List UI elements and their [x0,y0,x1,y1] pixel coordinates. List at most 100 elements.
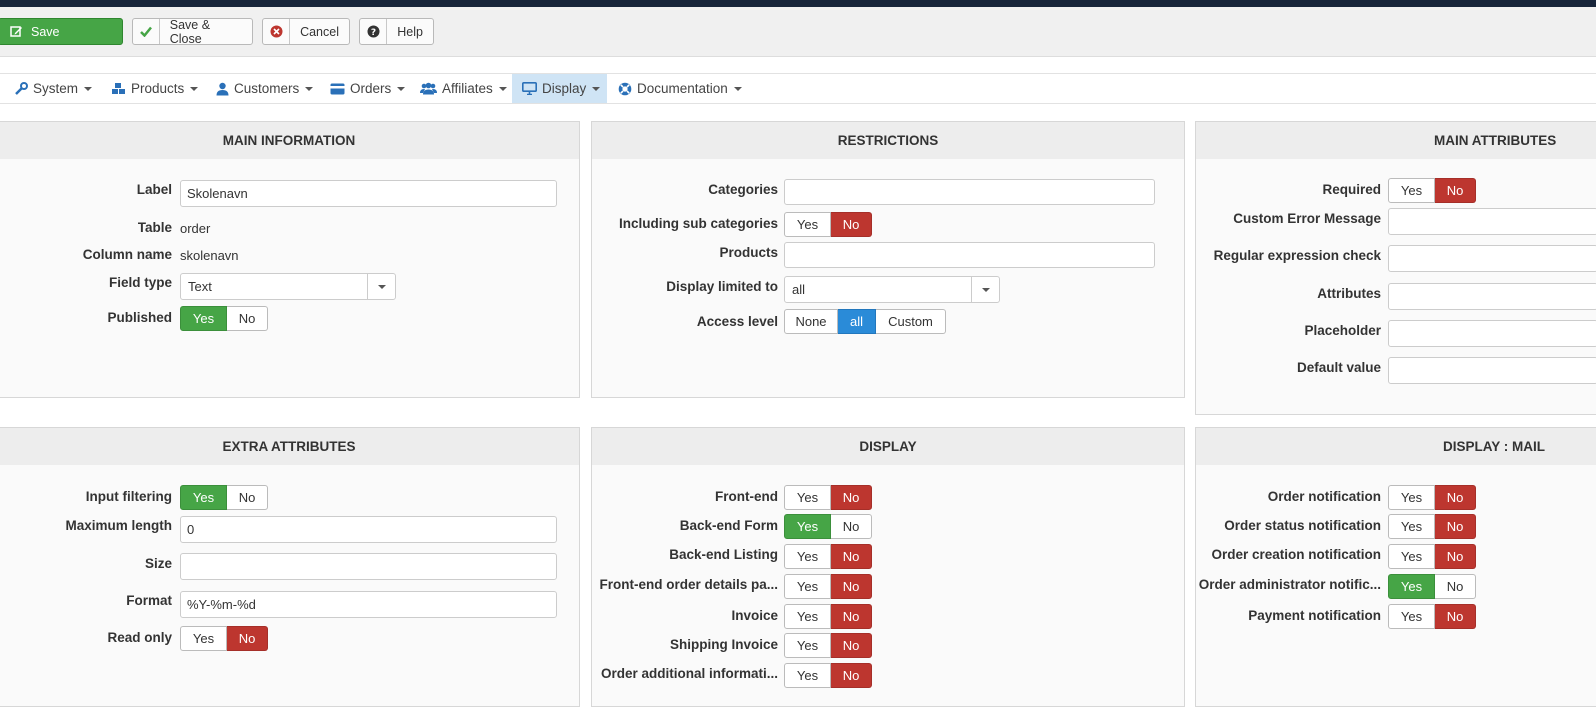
creation-notification-no[interactable]: No [1435,544,1476,569]
order-info-no[interactable]: No [831,663,872,688]
admin-notification-label: Order administrator notific... [1198,577,1381,592]
creation-notification-label: Order creation notification [1211,547,1381,562]
frontend-yes[interactable]: Yes [784,485,831,510]
published-yes[interactable]: Yes [180,306,227,331]
read-only-no[interactable]: No [227,626,268,651]
save-close-button[interactable]: Save & Close [132,18,253,46]
main-attributes-panel: MAIN ATTRIBUTES Required Yes No Custom E… [1195,121,1596,415]
default-value-input[interactable] [1388,357,1596,384]
backend-listing-no[interactable]: No [831,544,872,569]
products-input[interactable] [784,242,1155,268]
restrictions-title: RESTRICTIONS [592,122,1184,159]
order-info-yes[interactable]: Yes [784,663,831,688]
subcats-yes[interactable]: Yes [784,212,831,237]
required-toggle: Yes No [1388,178,1476,203]
nav-documentation[interactable]: Documentation [618,74,742,103]
access-level-label: Access level [696,314,778,329]
input-filtering-yes[interactable]: Yes [180,485,227,510]
placeholder-input[interactable] [1388,320,1596,347]
frontend-toggle: Yes No [784,485,872,510]
backend-form-no[interactable]: No [831,514,872,539]
invoice-no[interactable]: No [831,604,872,629]
required-no[interactable]: No [1435,178,1476,203]
column-name-value: skolenavn [180,248,239,263]
status-notification-toggle: Yes No [1388,514,1476,539]
save-label: Save [31,24,60,39]
save-button[interactable]: Save [0,18,123,45]
read-only-yes[interactable]: Yes [180,626,227,651]
status-notification-no[interactable]: No [1435,514,1476,539]
nav-products[interactable]: Products [111,74,199,103]
size-label: Size [144,556,172,571]
max-length-label: Maximum length [65,518,172,533]
nav-system-label: System [33,81,79,96]
shipping-invoice-toggle: Yes No [784,633,872,658]
main-information-title: MAIN INFORMATION [0,122,579,159]
read-only-toggle: Yes No [180,626,268,651]
frontend-no[interactable]: No [831,485,872,510]
admin-notification-no[interactable]: No [1435,574,1476,599]
attributes-input[interactable] [1388,283,1596,310]
backend-listing-label: Back-end Listing [669,547,778,562]
subcats-no[interactable]: No [831,212,872,237]
access-all[interactable]: all [838,309,876,334]
backend-form-yes[interactable]: Yes [784,514,831,539]
label-label: Label [136,182,172,197]
format-input[interactable]: %Y-%m-%d [180,591,557,618]
products-label: Products [719,245,778,260]
shipping-invoice-no[interactable]: No [831,633,872,658]
main-information-panel: MAIN INFORMATION Label Skolenavn Table o… [0,121,580,398]
payment-notification-no[interactable]: No [1435,604,1476,629]
main-attributes-title: MAIN ATTRIBUTES [1196,122,1596,159]
credit-card-icon [330,83,345,95]
format-label: Format [126,593,172,608]
backend-listing-yes[interactable]: Yes [784,544,831,569]
order-notification-yes[interactable]: Yes [1388,485,1435,510]
label-input[interactable]: Skolenavn [180,180,557,207]
payment-notification-toggle: Yes No [1388,604,1476,629]
published-no[interactable]: No [227,306,268,331]
nav-affiliates[interactable]: Affiliates [420,74,507,103]
caret-down-icon [190,86,199,91]
field-type-select[interactable]: Text [180,273,396,300]
access-custom[interactable]: Custom [876,309,946,334]
svg-text:?: ? [371,28,376,38]
input-filtering-no[interactable]: No [227,485,268,510]
nav-customers[interactable]: Customers [216,74,314,103]
check-icon [133,19,160,44]
question-icon: ? [360,19,388,44]
regex-input[interactable] [1388,245,1596,272]
order-notification-no[interactable]: No [1435,485,1476,510]
nav-display[interactable]: Display [512,74,607,103]
max-length-input[interactable]: 0 [180,516,557,543]
status-notification-yes[interactable]: Yes [1388,514,1435,539]
input-filtering-label: Input filtering [85,489,172,504]
nav-system[interactable]: System [14,74,93,103]
nav-orders[interactable]: Orders [330,74,406,103]
backend-listing-toggle: Yes No [784,544,872,569]
categories-input[interactable] [784,179,1155,205]
size-input[interactable] [180,553,557,580]
subcats-label: Including sub categories [618,216,778,231]
caret-down-icon [397,86,406,91]
required-yes[interactable]: Yes [1388,178,1435,203]
frontend-order-no[interactable]: No [831,574,872,599]
chevron-down-icon [367,274,395,299]
users-icon [420,82,437,95]
access-none[interactable]: None [784,309,838,334]
custom-error-input[interactable] [1388,208,1596,235]
cancel-circle-icon [263,19,291,44]
payment-notification-yes[interactable]: Yes [1388,604,1435,629]
order-info-label: Order additional informati... [600,666,778,681]
help-button[interactable]: ? Help [359,18,434,45]
cancel-button[interactable]: Cancel [262,18,350,45]
invoice-yes[interactable]: Yes [784,604,831,629]
shipping-invoice-yes[interactable]: Yes [784,633,831,658]
creation-notification-yes[interactable]: Yes [1388,544,1435,569]
backend-form-label: Back-end Form [679,518,778,533]
frontend-order-yes[interactable]: Yes [784,574,831,599]
extra-attributes-panel: EXTRA ATTRIBUTES Input filtering Yes No … [0,427,580,707]
nav-documentation-label: Documentation [637,81,728,96]
display-limited-select[interactable]: all [784,276,1000,303]
admin-notification-yes[interactable]: Yes [1388,574,1435,599]
